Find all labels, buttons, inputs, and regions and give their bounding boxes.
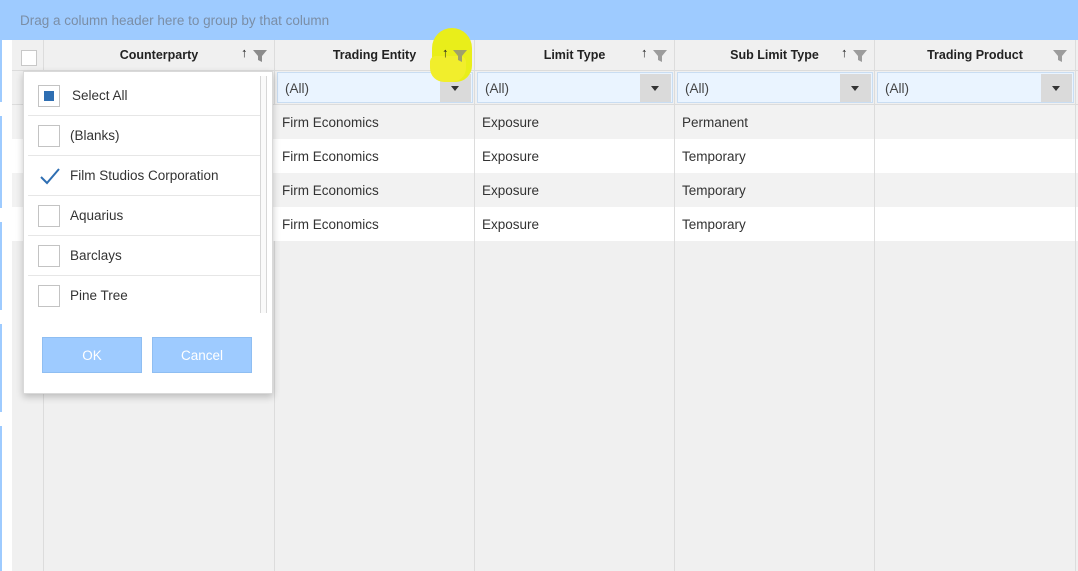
chevron-down-icon[interactable] — [1041, 74, 1072, 102]
filter-trading-product[interactable]: (All) — [875, 71, 1076, 105]
filter-option-checkbox[interactable] — [38, 205, 60, 227]
filter-dropdown[interactable]: (All) — [877, 72, 1074, 103]
sort-ascending-arrow-icon[interactable]: ↑ — [641, 45, 648, 60]
column-title: Counterparty — [119, 48, 199, 62]
filter-limit-type[interactable]: (All) — [475, 71, 675, 105]
filter-value: (All) — [485, 81, 509, 96]
cell-limit-type[interactable]: Exposure — [475, 207, 675, 241]
cell-limit-type[interactable]: Exposure — [475, 139, 675, 173]
counterparty-filter-popup: Select All (Blanks) Film Studios Corpora… — [23, 71, 273, 394]
cell-limit-type[interactable]: Exposure — [475, 105, 675, 139]
filter-option-label: (Blanks) — [70, 128, 120, 143]
group-by-hint: Drag a column header here to group by th… — [20, 13, 330, 28]
filter-option-label: Pine Tree — [70, 288, 128, 303]
filter-option[interactable]: (Blanks) — [28, 116, 264, 156]
select-all-checkbox[interactable] — [38, 85, 60, 107]
column-header-limit-type[interactable]: Limit Type ↑ — [475, 40, 675, 71]
cancel-button[interactable]: Cancel — [152, 337, 252, 373]
select-column-header — [12, 40, 44, 71]
filter-option-label: Film Studios Corporation — [70, 168, 219, 183]
cell-trading-product[interactable] — [875, 207, 1076, 241]
cell-trading-entity[interactable]: Firm Economics — [275, 173, 475, 207]
left-edge-bar — [0, 0, 2, 571]
filter-option-select-all[interactable]: Select All — [28, 76, 264, 116]
filter-option[interactable]: Aquarius — [28, 196, 264, 236]
filter-option-label: Select All — [72, 88, 128, 103]
column-header-counterparty[interactable]: Counterparty ↑ — [44, 40, 275, 71]
cell-sub-limit-type[interactable]: Temporary — [675, 207, 875, 241]
filter-option-checkbox[interactable] — [38, 165, 60, 187]
filter-dropdown[interactable]: (All) — [677, 72, 873, 103]
checkmark-icon — [40, 168, 60, 185]
funnel-filter-icon[interactable] — [853, 50, 867, 62]
column-title: Trading Product — [927, 48, 1023, 62]
cell-trading-product[interactable] — [875, 139, 1076, 173]
cell-trading-product[interactable] — [875, 173, 1076, 207]
cell-limit-type[interactable]: Exposure — [475, 173, 675, 207]
column-header-sub-limit-type[interactable]: Sub Limit Type ↑ — [675, 40, 875, 71]
filter-option[interactable]: Pine Tree — [28, 276, 264, 316]
column-header-row: Counterparty ↑ Trading Entity Limit Type… — [12, 40, 1078, 71]
sort-ascending-arrow-icon[interactable]: ↑ — [241, 45, 248, 60]
filter-option-checkbox[interactable] — [38, 125, 60, 147]
group-by-panel[interactable]: Drag a column header here to group by th… — [2, 0, 1078, 40]
filter-value: (All) — [285, 81, 309, 96]
cell-trading-product[interactable] — [875, 105, 1076, 139]
cell-trading-entity[interactable]: Firm Economics — [275, 207, 475, 241]
column-header-trading-product[interactable]: Trading Product — [875, 40, 1076, 71]
filter-option-label: Barclays — [70, 248, 122, 263]
cell-trading-entity[interactable]: Firm Economics — [275, 139, 475, 173]
funnel-filter-icon[interactable] — [1053, 50, 1067, 62]
chevron-down-icon[interactable] — [640, 74, 671, 102]
cell-sub-limit-type[interactable]: Temporary — [675, 139, 875, 173]
funnel-filter-icon[interactable] — [653, 50, 667, 62]
cell-sub-limit-type[interactable]: Temporary — [675, 173, 875, 207]
chevron-down-icon[interactable] — [840, 74, 871, 102]
filter-option-label: Aquarius — [70, 208, 124, 223]
sort-ascending-arrow-icon[interactable]: ↑ — [442, 45, 449, 60]
select-all-rows-checkbox[interactable] — [21, 50, 37, 66]
filter-sub-limit-type[interactable]: (All) — [675, 71, 875, 105]
ok-button[interactable]: OK — [42, 337, 142, 373]
filter-value: (All) — [685, 81, 709, 96]
filter-option[interactable]: Film Studios Corporation — [28, 156, 264, 196]
filter-dropdown[interactable]: (All) — [477, 72, 673, 103]
filter-list-scrollbar[interactable] — [260, 76, 267, 313]
filter-value: (All) — [885, 81, 909, 96]
filter-option-checkbox[interactable] — [38, 285, 60, 307]
sort-ascending-arrow-icon[interactable]: ↑ — [841, 45, 848, 60]
funnel-filter-icon[interactable] — [253, 50, 267, 62]
cell-trading-entity[interactable]: Firm Economics — [275, 105, 475, 139]
cell-sub-limit-type[interactable]: Permanent — [675, 105, 875, 139]
funnel-filter-icon[interactable] — [453, 50, 467, 62]
filter-option[interactable]: Barclays — [28, 236, 264, 276]
filter-option-checkbox[interactable] — [38, 245, 60, 267]
